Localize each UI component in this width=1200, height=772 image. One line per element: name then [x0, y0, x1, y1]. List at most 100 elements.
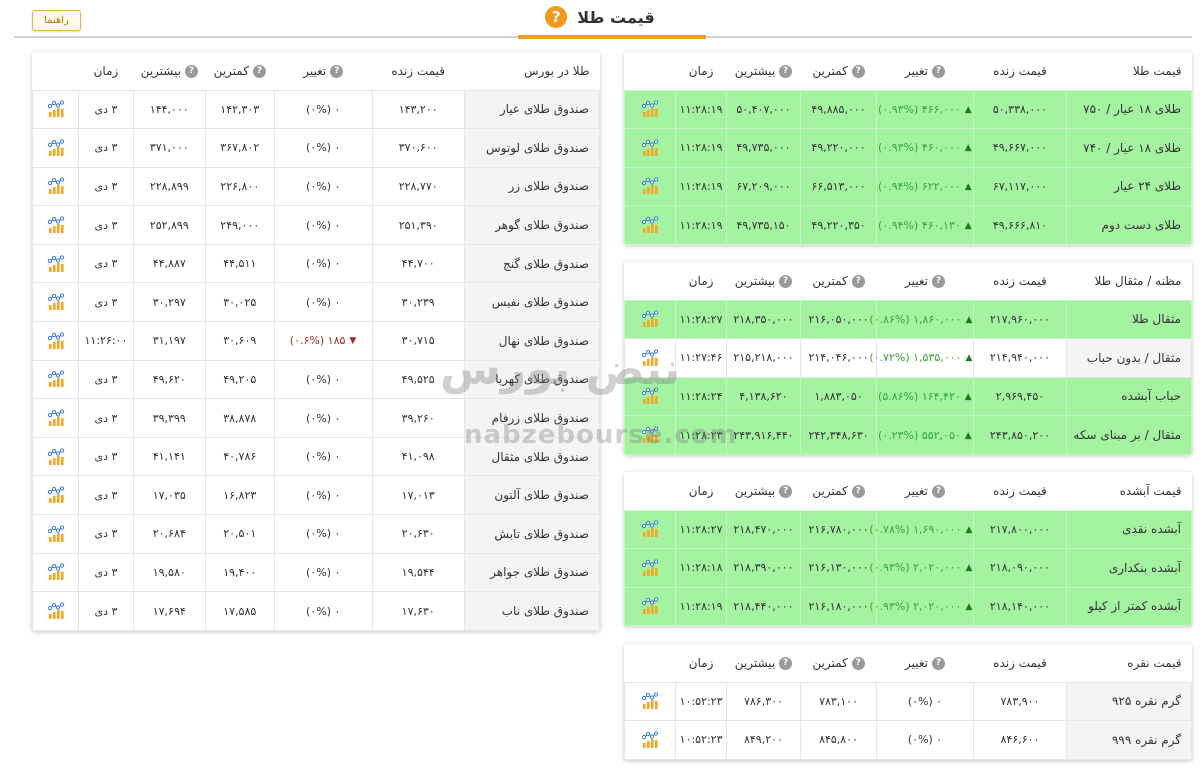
chart-icon[interactable] [46, 447, 66, 467]
table-row[interactable]: طلای ۱۸ عیار / ۷۴۰ ۴۹,۶۶۷,۰۰۰ ▲۴۶۰,۰۰۰ (۰.… [624, 128, 1192, 168]
table-row[interactable]: حباب آبشده ۲,۹۶۹,۴۵۰ ▲۱۶۴,۴۲۰ (۵.۸۶%) ۱,۸۸۳… [624, 376, 1192, 417]
item-name-value: صندوق طلای لوتوس [486, 140, 589, 155]
high-price-value: ۱۴۴,۰۰۰ [149, 102, 189, 116]
table-row[interactable]: صندوق طلای نفیس ۳۰,۲۳۹ ۰ (۰%) ۳۰,۰۲۵ ۳۰,۲۹۷ ۳… [32, 282, 600, 323]
time: ۱۱:۲۸:۱۹ [675, 166, 728, 207]
live-price: ۲۱۷,۸۰۰,۰۰۰ [972, 509, 1068, 550]
change-value: ۰ (۰%) [306, 488, 341, 502]
help-icon[interactable]: ? [851, 484, 865, 498]
table-row[interactable]: صندوق طلای عیار ۱۴۳,۲۰۰ ۰ (۰%) ۱۴۲,۳۰۳ ۱۴۴,۰… [32, 89, 600, 130]
table-row[interactable]: صندوق طلای زر ۲۲۸,۷۷۰ ۰ (۰%) ۲۲۶,۸۰۰ ۲۲۸,۸۹۹… [32, 166, 600, 207]
chart-icon[interactable] [640, 99, 660, 119]
high-price: ۲۰,۶۸۴ [132, 514, 206, 554]
chart-icon[interactable] [640, 138, 660, 158]
table-row[interactable]: مثقال / بدون حباب ۲۱۴,۹۴۰,۰۰۰ ▲۱,۵۳۵,۰۰۰ (… [624, 338, 1192, 378]
chart-icon[interactable] [640, 425, 660, 445]
high-price-value: ۸۴۹,۲۰۰ [743, 733, 783, 747]
table-row[interactable]: آبشده بنکداری ۲۱۸,۰۹۰,۰۰۰ ▲۲,۰۲۰,۰۰۰ (۰.۹۳… [624, 548, 1192, 588]
chart-icon[interactable] [640, 558, 660, 578]
item-name-value: صندوق طلای نفیس [491, 295, 589, 310]
table-row[interactable]: صندوق طلای گنج ۴۴,۷۰۰ ۰ (۰%) ۴۴,۵۱۱ ۴۴,۸۸۷ ۳ … [32, 243, 600, 284]
chart-icon[interactable] [640, 176, 660, 196]
chart-icon[interactable] [46, 138, 66, 158]
help-icon[interactable]: ? [932, 484, 946, 498]
chart-icon[interactable] [46, 562, 66, 582]
chart-icon[interactable] [640, 519, 660, 539]
high-price-value: ۱۷,۶۹۴ [152, 604, 186, 618]
table-row[interactable]: گرم نقره ۹۹۹ ۸۴۶,۶۰۰ ۰ (۰%) ۸۴۵,۸۰۰ ۸۴۹,۲۰۰ ۱… [624, 720, 1192, 760]
table-row[interactable]: طلای دست دوم ۴۹,۶۶۶,۸۱۰ ▲۴۶۰,۱۳۰ (۰.۹۴%) ۴۹… [624, 205, 1192, 245]
table-row[interactable]: صندوق طلای زرفام ۳۹,۲۶۰ ۰ (۰%) ۳۸,۸۷۸ ۳۹,۳۹۹… [32, 398, 600, 438]
chart-icon[interactable] [640, 386, 660, 406]
high-price-value: ۲۱۸,۳۹۰,۰۰۰ [733, 561, 794, 575]
help-icon[interactable]: ? [330, 64, 344, 78]
chart-icon[interactable] [640, 215, 660, 235]
table-row[interactable]: آبشده نقدی ۲۱۷,۸۰۰,۰۰۰ ▲۱,۶۹۰,۰۰۰ (۰.۷۸%) ۲… [624, 509, 1192, 550]
live-price: ۴۴,۷۰۰ [371, 243, 465, 284]
chart-icon[interactable] [46, 408, 66, 428]
table-row[interactable]: مثقال / بر مبنای سکه ۲۴۳,۸۵۰,۲۰۰ ▲۵۵۲,۰۵۰ … [624, 415, 1192, 455]
help-icon[interactable]: ? [252, 64, 266, 78]
header-col-live: قیمت زنده [973, 262, 1067, 300]
guide-button[interactable]: راهنما [32, 10, 81, 31]
table-row[interactable]: طلای ۲۴ عیار ۶۷,۱۱۷,۰۰۰ ▲۶۲۲,۰۰۰ (۰.۹۴%) ۶۶… [624, 166, 1192, 207]
help-icon[interactable]: ? [851, 274, 865, 288]
table-row[interactable]: صندوق طلای آلتون ۱۷,۰۱۳ ۰ (۰%) ۱۶,۸۲۳ ۱۷,۰۳۵… [32, 475, 600, 516]
chart-icon[interactable] [46, 601, 66, 621]
item-name-value: گرم نقره ۹۹۹ [1111, 732, 1181, 747]
table-row[interactable]: صندوق طلای تابش ۲۰,۶۳۰ ۰ (۰%) ۲۰,۵۰۱ ۲۰,۶۸۴ ۳… [32, 514, 600, 554]
table-row[interactable]: صندوق طلای مثقال ۴۱,۰۹۸ ۰ (۰%) ۴۰,۷۸۶ ۴۱,۱۴۱… [32, 436, 600, 477]
change-value: ۱,۵۳۵,۰۰۰ (۰.۷۲%) [869, 351, 962, 365]
table-row[interactable]: آبشده کمتر از کیلو ۲۱۸,۱۴۰,۰۰۰ ▲۲,۰۲۰,۰۰۰ … [624, 586, 1192, 627]
help-icon[interactable]: ? [779, 484, 793, 498]
chart-icon[interactable] [46, 215, 66, 235]
item-name: صندوق طلای مثقال [463, 436, 600, 477]
change-value: ۰ (۰%) [306, 565, 341, 579]
table-row[interactable]: مثقال طلا ۲۱۷,۹۶۰,۰۰۰ ▲۱,۸۶۰,۰۰۰ (۰.۸۶%) ۲۱… [624, 299, 1192, 340]
time-value: ۳ دی [94, 179, 118, 193]
chart-icon[interactable] [46, 331, 66, 351]
header-col-live: قیمت زنده [973, 644, 1067, 682]
help-icon[interactable]: ? [932, 274, 946, 288]
table-row[interactable]: صندوق طلای نهال ۳۰,۷۱۵ ▼۱۸۵ (۰.۶%) ۳۰,۶۰۹ ۳۱… [32, 321, 600, 361]
chart-icon[interactable] [640, 730, 660, 750]
question-circle-icon[interactable]: ? [545, 6, 568, 28]
change-value: ۰ (۰%) [907, 733, 943, 747]
chart-icon[interactable] [640, 348, 660, 368]
help-icon[interactable]: ? [779, 64, 793, 78]
chart-icon[interactable] [640, 691, 660, 711]
chart-icon[interactable] [46, 99, 66, 119]
live-price-value: ۳۰,۲۳۹ [401, 295, 435, 309]
chart-icon[interactable] [640, 596, 660, 616]
help-icon[interactable]: ? [932, 64, 946, 78]
time-value: ۱۰:۵۲:۲۳ [679, 733, 723, 747]
help-icon[interactable]: ? [851, 64, 865, 78]
table-row[interactable]: صندوق طلای لوتوس ۳۷۰,۶۰۰ ۰ (۰%) ۳۶۷,۸۰۲ ۳۷۱,… [32, 128, 600, 168]
help-icon[interactable]: ? [779, 656, 793, 670]
item-name-value: آبشده بنکداری [1108, 560, 1181, 575]
table-row[interactable]: صندوق طلای گوهر ۲۵۱,۳۹۰ ۰ (۰%) ۲۴۹,۰۰۰ ۲۵۲,۸… [32, 205, 600, 245]
price-table: قیمت طلا قیمت زنده ?تغییر ?کمترین ?بیشترین زم… [624, 52, 1192, 245]
chart-icon[interactable] [46, 524, 66, 544]
time: ۳ دی [78, 243, 134, 284]
table-row[interactable]: صندوق طلای کهربا ۴۹,۵۲۵ ۰ (۰%) ۴۹,۲۰۵ ۴۹,۶۲۰… [32, 359, 600, 400]
table-row[interactable]: طلای ۱۸ عیار / ۷۵۰ ۵۰,۳۳۸,۰۰۰ ▲۴۶۶,۰۰۰ (۰.… [624, 89, 1192, 130]
chart-icon[interactable] [46, 254, 66, 274]
chart-icon[interactable] [46, 292, 66, 312]
table-row[interactable]: صندوق طلای ناب ۱۷,۶۳۰ ۰ (۰%) ۱۷,۵۸۵ ۱۷,۶۹۴ ۳ … [32, 591, 600, 631]
chart-icon[interactable] [46, 369, 66, 389]
help-icon[interactable]: ? [851, 656, 865, 670]
table-row[interactable]: صندوق طلای جواهر ۱۹,۵۴۴ ۰ (۰%) ۱۹,۴۰۰ ۱۹,۵۸۰… [32, 552, 600, 593]
low-price: ۳۸,۸۷۸ [204, 398, 275, 438]
low-price-value: ۳۰,۰۲۵ [223, 295, 257, 309]
time: ۱۱:۲۸:۱۸ [675, 548, 728, 588]
item-name-value: طلای دست دوم [1101, 218, 1181, 233]
time-value: ۱۱:۲۸:۲۴ [679, 389, 723, 403]
help-icon[interactable]: ? [184, 64, 198, 78]
chart-icon[interactable] [46, 176, 66, 196]
table-row[interactable]: گرم نقره ۹۲۵ ۷۸۳,۹۰۰ ۰ (۰%) ۷۸۳,۱۰۰ ۷۸۶,۳۰۰ ۱… [624, 681, 1192, 722]
help-icon[interactable]: ? [779, 274, 793, 288]
help-icon[interactable]: ? [932, 656, 946, 670]
chart-icon[interactable] [640, 309, 660, 329]
chart-icon[interactable] [46, 485, 66, 505]
